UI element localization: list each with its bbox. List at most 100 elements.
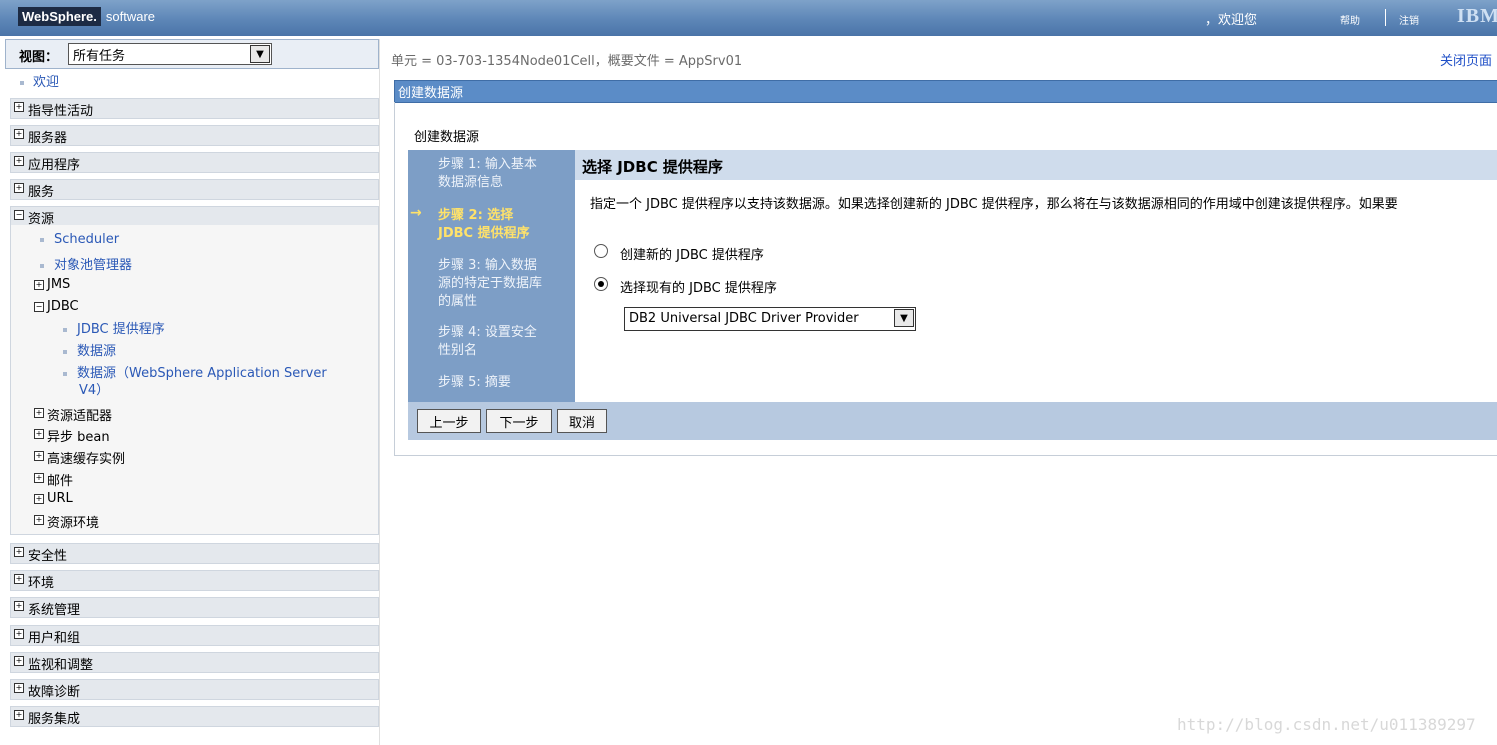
nav-section-service-integration[interactable]: + 服务集成 (10, 706, 379, 727)
nav-section-label: 监视和调整 (28, 658, 94, 673)
nav-item-label: 异步 bean (47, 430, 110, 445)
expand-icon: + (14, 102, 24, 112)
bullet-icon (63, 327, 67, 332)
nav-item-label: V4） (79, 383, 110, 398)
nav-divider (379, 39, 380, 745)
step-5-line-1: 步骤 5: 摘要 (438, 375, 511, 390)
watermark: http://blog.csdn.net/u011389297 (1177, 715, 1476, 734)
nav-section-users-groups[interactable]: + 用户和组 (10, 625, 379, 646)
expand-icon: + (34, 515, 44, 525)
ibm-logo: IBM (1457, 5, 1497, 27)
wizard-steps: 步骤 1: 输入基本 数据源信息 步骤 2: 选择 JDBC 提供程序 步骤 3… (408, 150, 575, 402)
bullet-icon (63, 371, 67, 376)
nav-section-servers[interactable]: + 服务器 (10, 125, 379, 146)
bullet-icon (20, 80, 24, 85)
view-select-value: 所有任务 (73, 49, 126, 64)
step-4-line-1: 步骤 4: 设置安全 (438, 325, 537, 340)
step-1-line-1: 步骤 1: 输入基本 (438, 157, 537, 172)
brand-sub: software (105, 8, 156, 24)
bullet-icon (40, 237, 44, 242)
expand-icon: + (34, 408, 44, 418)
nav-section-label: 安全性 (28, 549, 68, 564)
nav-section-label: 指导性活动 (28, 104, 94, 119)
nav-item-label: 资源环境 (47, 516, 100, 531)
nav-item-label: JDBC 提供程序 (77, 322, 165, 337)
step-3-line-3: 的属性 (438, 294, 478, 309)
nav-welcome-label: 欢迎 (33, 75, 60, 90)
nav-section-monitoring[interactable]: + 监视和调整 (10, 652, 379, 673)
nav-section-label: 服务集成 (28, 712, 81, 727)
radio-create-new-label[interactable]: 创建新的 JDBC 提供程序 (620, 244, 764, 263)
view-label: 视图： (19, 50, 59, 65)
expand-icon: + (34, 280, 44, 290)
nav-section-label: 用户和组 (28, 631, 81, 646)
step-2-current: 步骤 2: 选择 JDBC 提供程序 (438, 207, 568, 243)
breadcrumb: 单元 = 03-703-1354Node01Cell，概要文件 = AppSrv… (391, 54, 743, 69)
nav-section-environment[interactable]: + 环境 (10, 570, 379, 591)
logout-link[interactable]: 注销 (1399, 12, 1419, 27)
nav-section-label: 服务 (28, 185, 55, 200)
collapse-icon: − (34, 302, 44, 312)
nav-section-security[interactable]: + 安全性 (10, 543, 379, 564)
resources-subtree: Scheduler 对象池管理器 + JMS − JDBC JDBC 提供程序 数据… (10, 225, 379, 535)
help-link[interactable]: 帮助 (1340, 12, 1360, 27)
section-header: 选择 JDBC 提供程序 (575, 150, 1497, 180)
navigation-tree: 视图： 所有任务 ▼ 欢迎 + 指导性活动 + 服务器 + 应用程序 + 服务 − 资源 … (5, 39, 379, 745)
nav-section-label: 服务器 (28, 131, 68, 146)
nav-section-label: 应用程序 (28, 158, 81, 173)
bullet-icon (63, 349, 67, 354)
step-1: 步骤 1: 输入基本 数据源信息 (438, 156, 568, 192)
bullet-icon (40, 263, 44, 268)
page-title: 创建数据源 (398, 86, 464, 101)
jdbc-provider-select[interactable]: DB2 Universal JDBC Driver Provider ▼ (624, 307, 916, 331)
jdbc-provider-value: DB2 Universal JDBC Driver Provider (629, 311, 859, 326)
chevron-down-icon[interactable]: ▼ (894, 309, 914, 327)
nav-section-label: 环境 (28, 576, 55, 591)
banner-divider (1385, 9, 1386, 26)
step-3-line-2: 源的特定于数据库 (438, 276, 543, 291)
top-banner: WebSphere. software ，欢迎您 帮助 注销 IBM (0, 0, 1497, 36)
nav-item-datasources-v4-cont[interactable]: V4） (79, 379, 109, 398)
nav-section-troubleshooting[interactable]: + 故障诊断 (10, 679, 379, 700)
chevron-down-icon[interactable]: ▼ (250, 45, 270, 63)
nav-item-object-pool[interactable]: 对象池管理器 (40, 254, 132, 273)
expand-icon: + (14, 656, 24, 666)
expand-icon: + (14, 683, 24, 693)
step-4: 步骤 4: 设置安全 性别名 (438, 324, 568, 360)
expand-icon: + (14, 129, 24, 139)
previous-button[interactable]: 上一步 (417, 409, 481, 433)
close-page-link[interactable]: 关闭页面 (1440, 50, 1492, 69)
websphere-logo: WebSphere. software (18, 6, 155, 26)
expand-icon: + (14, 156, 24, 166)
radio-select-existing[interactable] (594, 277, 608, 291)
nav-item-label: 数据源 (77, 344, 117, 359)
nav-item-label: 邮件 (47, 474, 74, 489)
nav-welcome-link[interactable]: 欢迎 (20, 71, 59, 90)
section-title: 选择 JDBC 提供程序 (582, 158, 723, 176)
radio-create-new[interactable] (594, 244, 608, 258)
nav-item-datasources[interactable]: 数据源 (63, 340, 116, 359)
wizard-title: 创建数据源 (414, 130, 480, 145)
view-select[interactable]: 所有任务 ▼ (68, 43, 272, 65)
expand-icon: + (14, 710, 24, 720)
nav-item-scheduler[interactable]: Scheduler (40, 232, 119, 247)
page-title-bar: 创建数据源 (394, 80, 1497, 103)
nav-section-resources[interactable]: − 资源 (10, 206, 379, 227)
next-button[interactable]: 下一步 (486, 409, 552, 433)
welcome-text: ，欢迎您 (1205, 13, 1258, 28)
cancel-button[interactable]: 取消 (557, 409, 607, 433)
radio-select-existing-label[interactable]: 选择现有的 JDBC 提供程序 (620, 277, 777, 296)
step-3: 步骤 3: 输入数据 源的特定于数据库 的属性 (438, 257, 568, 311)
nav-item-label: 数据源（WebSphere Application Server (77, 366, 327, 381)
nav-section-sysadmin[interactable]: + 系统管理 (10, 597, 379, 618)
nav-section-applications[interactable]: + 应用程序 (10, 152, 379, 173)
nav-item-label: Scheduler (54, 232, 120, 247)
expand-icon: + (34, 494, 44, 504)
step-4-line-2: 性别名 (438, 343, 478, 358)
nav-section-services[interactable]: + 服务 (10, 179, 379, 200)
nav-item-jdbc-providers[interactable]: JDBC 提供程序 (63, 318, 165, 337)
nav-section-guided[interactable]: + 指导性活动 (10, 98, 379, 119)
nav-item-label: 高速缓存实例 (47, 452, 126, 467)
nav-item-label: 资源适配器 (47, 409, 113, 424)
step-2-line-2: JDBC 提供程序 (438, 226, 530, 241)
